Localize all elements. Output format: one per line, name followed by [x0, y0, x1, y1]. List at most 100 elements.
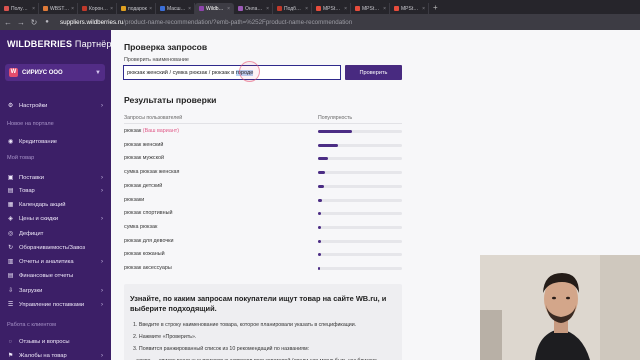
info-step: 1. Введите в строку наименование товара,… — [133, 322, 357, 328]
sidebar-item[interactable]: ⇩ Загрузки › — [0, 285, 111, 297]
sidebar-item[interactable]: ▦ Календарь акций — [0, 199, 111, 211]
tab-label: Получить с... — [11, 5, 30, 12]
tag-icon: ◈ — [8, 216, 13, 222]
sidebar-item[interactable]: ▤ Финансовые отчеты — [0, 270, 111, 282]
sidebar-item[interactable]: ☰ Управление поставками › — [0, 299, 111, 311]
close-icon[interactable]: × — [344, 6, 347, 12]
brand-logo[interactable]: WILDBERRIES Партнёры — [7, 39, 111, 49]
calendar-icon: ▦ — [7, 202, 14, 208]
sidebar-item-label: Поставки — [19, 175, 44, 181]
tab-label: Масштабн... — [167, 5, 186, 12]
sidebar-item[interactable]: ◎ Дефицит — [0, 228, 111, 240]
name-check-input[interactable]: рюкзак женский / сумка рюкзак / рюкзак в… — [123, 65, 341, 80]
close-icon[interactable]: × — [422, 6, 425, 12]
sidebar-item[interactable]: ▥ Отчеты и аналитика › — [0, 256, 111, 268]
popularity-bar-fill — [318, 212, 322, 216]
browser-tab[interactable]: Подбор сл...× — [273, 3, 312, 14]
popularity-bar — [318, 171, 402, 175]
close-icon[interactable]: × — [110, 6, 113, 12]
close-icon[interactable]: × — [32, 6, 35, 12]
result-query: рюкзак (Ваш вариант) — [124, 128, 179, 134]
sidebar-item[interactable]: ◉ Кредитование — [0, 136, 111, 148]
close-icon[interactable]: × — [71, 6, 74, 12]
popularity-bar — [318, 157, 402, 161]
forward-icon[interactable]: → — [17, 18, 25, 27]
popularity-bar — [318, 253, 402, 257]
sidebar-item-label: Отзывы и вопросы — [19, 339, 70, 345]
sidebar-item-label: Финансовые отчеты — [19, 273, 74, 279]
sidebar-item-label: Загрузки — [19, 288, 43, 294]
coin-icon: ◉ — [7, 139, 14, 145]
lock-icon: ● — [45, 19, 49, 25]
popularity-bar-fill — [318, 267, 320, 270]
chevron-right-icon: › — [101, 288, 103, 294]
browser-tab[interactable]: MPStats.io× — [312, 3, 351, 14]
query-text: рюкзак для девочки — [124, 237, 174, 244]
query-text: рюкзаки — [124, 196, 145, 203]
browser-tab[interactable]: Коронавир...× — [78, 3, 117, 14]
tab-label: MPStats.io — [401, 5, 420, 12]
close-icon[interactable]: × — [266, 6, 269, 12]
box-icon: ▤ — [7, 188, 14, 194]
tab-favicon-icon — [121, 6, 126, 11]
tab-label: MPStats.io — [323, 5, 342, 12]
browser-tab[interactable]: WBSTAT.PR× — [39, 3, 78, 14]
tab-label: Онлайн ре... — [245, 5, 264, 12]
result-query: рюкзак аксессуары — [124, 265, 172, 271]
sidebar-item[interactable]: ▤ Товар › — [0, 185, 111, 197]
browser-tab[interactable]: Масштабн...× — [156, 3, 195, 14]
result-query: рюкзак кожаный — [124, 251, 165, 257]
result-query: рюкзак женский — [124, 142, 163, 148]
back-icon[interactable]: ← — [4, 18, 12, 27]
close-icon[interactable]: × — [227, 6, 230, 12]
browser-tab[interactable]: Онлайн ре...× — [234, 3, 273, 14]
tab-label: Коронавир... — [89, 5, 108, 12]
result-query: сумка рюкзак — [124, 224, 157, 230]
url-field[interactable]: suppliers.wildberries.ru/product-name-re… — [60, 19, 352, 26]
sidebar-item[interactable]: ⚑ Жалобы на товар › — [0, 350, 111, 360]
result-query: рюкзак мужской — [124, 155, 164, 161]
close-icon[interactable]: × — [188, 6, 191, 12]
tab-favicon-icon — [160, 6, 165, 11]
flag-icon: ⚑ — [7, 353, 14, 359]
close-icon[interactable]: × — [305, 6, 308, 12]
query-text: рюкзак спортивный — [124, 210, 173, 217]
popularity-bar — [318, 130, 402, 133]
browser-tab[interactable]: Получить с...× — [0, 3, 39, 14]
browser-tab-bar: Получить с...×WBSTAT.PR×Коронавир...×под… — [0, 0, 640, 14]
popularity-bar — [318, 184, 402, 188]
browser-tab[interactable]: Wildberrie...× — [195, 3, 234, 14]
reload-icon[interactable]: ↻ — [30, 18, 38, 27]
sidebar-item[interactable]: ◌ Отзывы и вопросы — [0, 336, 111, 348]
sidebar-item-label: Товар — [19, 188, 35, 194]
sidebar-item-label: Кредитование — [19, 139, 58, 145]
sidebar-item[interactable]: ↻ Оборачиваемость/Завоз — [0, 242, 111, 254]
sidebar-item[interactable]: ⚙ Настройки › — [0, 100, 111, 112]
sidebar-item[interactable]: ▣ Поставки › — [0, 172, 111, 184]
info-step: 3. Появится ранжированный список из 10 р… — [133, 346, 310, 352]
organization-selector[interactable]: W СИРИУС ООО ▼ — [5, 64, 105, 81]
browser-tab[interactable]: MPStats.io× — [351, 3, 390, 14]
report-icon: ▤ — [7, 273, 14, 279]
query-text: рюкзак кожаный — [124, 251, 165, 258]
new-tab-icon[interactable]: + — [429, 3, 438, 12]
query-text: рюкзак аксессуары — [124, 265, 172, 271]
tab-label: WBSTAT.PR — [50, 5, 70, 12]
browser-tab[interactable]: MPStats.io× — [390, 3, 429, 14]
chevron-right-icon: › — [101, 216, 103, 222]
tab-label: подарок — [128, 5, 147, 12]
chevron-right-icon: › — [101, 259, 103, 265]
download-icon: ⇩ — [8, 288, 13, 294]
gear-icon: ⚙ — [7, 103, 14, 109]
sidebar-item[interactable]: ◈ Цены и скидки › — [0, 213, 111, 225]
check-button[interactable]: Проверить — [345, 65, 402, 80]
popularity-bar — [318, 239, 402, 243]
col-popularity-header: Популярность — [318, 115, 353, 121]
close-icon[interactable]: × — [149, 6, 152, 12]
info-panel: Узнайте, по каким запросам покупатели ищ… — [124, 284, 402, 360]
tab-favicon-icon — [199, 6, 204, 11]
close-icon[interactable]: × — [383, 6, 386, 12]
result-query: сумка рюкзак женская — [124, 169, 179, 175]
browser-tab[interactable]: подарок × — [117, 3, 156, 14]
chevron-right-icon: › — [101, 103, 103, 109]
